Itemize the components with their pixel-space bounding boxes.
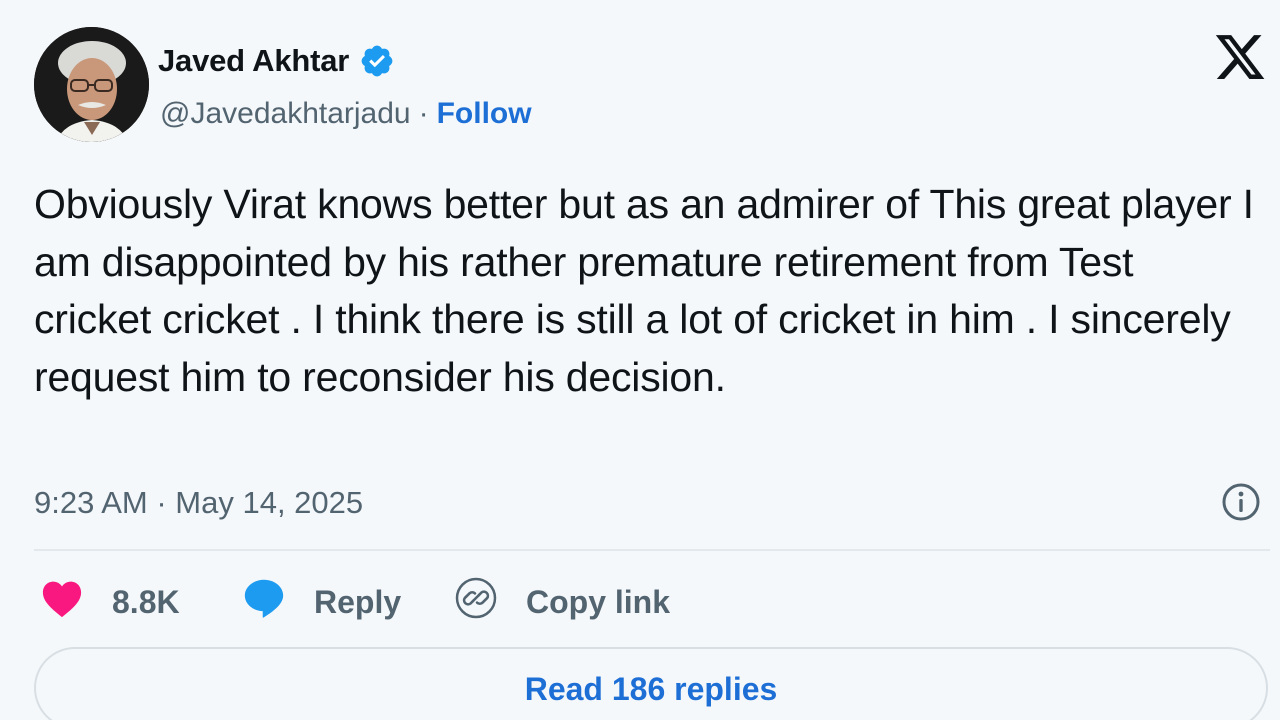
tweet-actions: 8.8K Reply Copy link (34, 574, 1270, 630)
tweet-text: Obviously Virat knows better but as an a… (34, 181, 1254, 400)
avatar-image (34, 27, 149, 142)
link-icon (454, 576, 498, 628)
avatar[interactable] (34, 27, 149, 142)
read-replies-label: Read 186 replies (524, 671, 778, 707)
author-handle[interactable]: @Javedakhtarjadu (160, 97, 411, 131)
follow-button[interactable]: Follow (437, 97, 532, 131)
tweet-timestamp[interactable]: 9:23 AM · May 14, 2025 (34, 482, 363, 524)
speech-bubble-icon (242, 577, 286, 627)
read-replies-button[interactable]: Read 186 replies (34, 647, 1268, 720)
verified-badge-icon (359, 43, 395, 79)
heart-icon (40, 578, 84, 626)
x-logo-icon[interactable] (1212, 30, 1268, 84)
reply-label: Reply (314, 583, 402, 620)
copy-link-label: Copy link (526, 583, 671, 620)
tweet-card: Javed Akhtar @Javedakhtarjadu · Follow O… (0, 0, 1280, 720)
separator-dot: · (418, 97, 429, 130)
like-button[interactable]: 8.8K (40, 574, 180, 630)
divider (34, 549, 1270, 551)
author-handle-row: @Javedakhtarjadu · Follow (160, 94, 532, 134)
author-name-row: Javed Akhtar (158, 40, 395, 82)
copy-link-button[interactable]: Copy link (454, 574, 670, 630)
like-count: 8.8K (112, 583, 180, 620)
author-display-name[interactable]: Javed Akhtar (158, 43, 349, 79)
info-icon[interactable] (1220, 481, 1262, 523)
reply-button[interactable]: Reply (242, 574, 401, 630)
